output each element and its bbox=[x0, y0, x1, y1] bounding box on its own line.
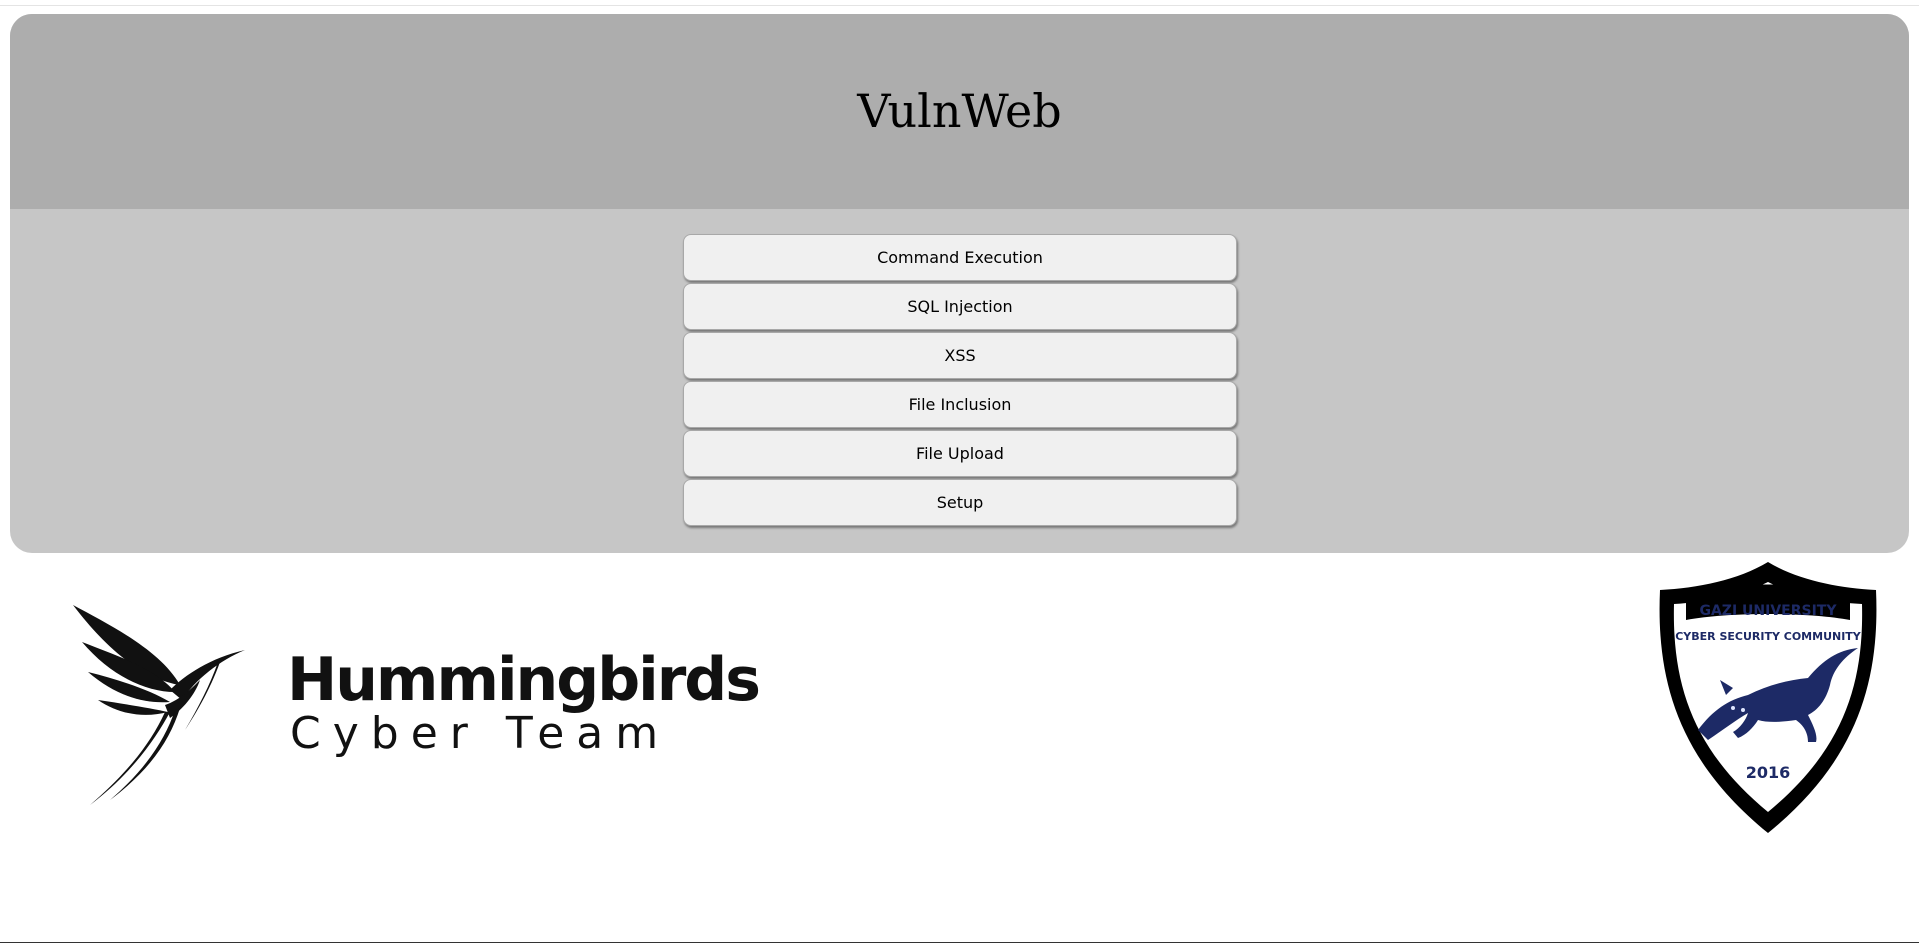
main-panel: VulnWeb Command Execution SQL Injection … bbox=[10, 14, 1909, 553]
top-border bbox=[0, 0, 1919, 6]
page-header: VulnWeb bbox=[10, 14, 1909, 209]
sql-injection-button[interactable]: SQL Injection bbox=[683, 283, 1237, 330]
file-upload-button[interactable]: File Upload bbox=[683, 430, 1237, 477]
site-title: VulnWeb bbox=[857, 84, 1062, 138]
xss-button[interactable]: XSS bbox=[683, 332, 1237, 379]
wolf-shield-icon: GAZI UNIVERSITY CYBER SECURITY COMMUNITY… bbox=[1659, 562, 1877, 833]
hummingbirds-title: Hummingbirds bbox=[287, 645, 761, 715]
gazi-line1: GAZI UNIVERSITY bbox=[1699, 603, 1837, 619]
hummingbird-icon bbox=[73, 605, 245, 805]
gazi-line2: CYBER SECURITY COMMUNITY bbox=[1675, 630, 1862, 643]
gazi-year: 2016 bbox=[1746, 763, 1791, 782]
setup-button[interactable]: Setup bbox=[683, 479, 1237, 526]
gazi-university-logo: GAZI UNIVERSITY CYBER SECURITY COMMUNITY… bbox=[1658, 560, 1878, 835]
vulnerability-menu: Command Execution SQL Injection XSS File… bbox=[683, 234, 1237, 528]
file-inclusion-button[interactable]: File Inclusion bbox=[683, 381, 1237, 428]
hummingbirds-logo: Hummingbirds Cyber Team bbox=[70, 600, 761, 810]
hummingbirds-subtitle: Cyber Team bbox=[290, 708, 671, 759]
command-execution-button[interactable]: Command Execution bbox=[683, 234, 1237, 281]
